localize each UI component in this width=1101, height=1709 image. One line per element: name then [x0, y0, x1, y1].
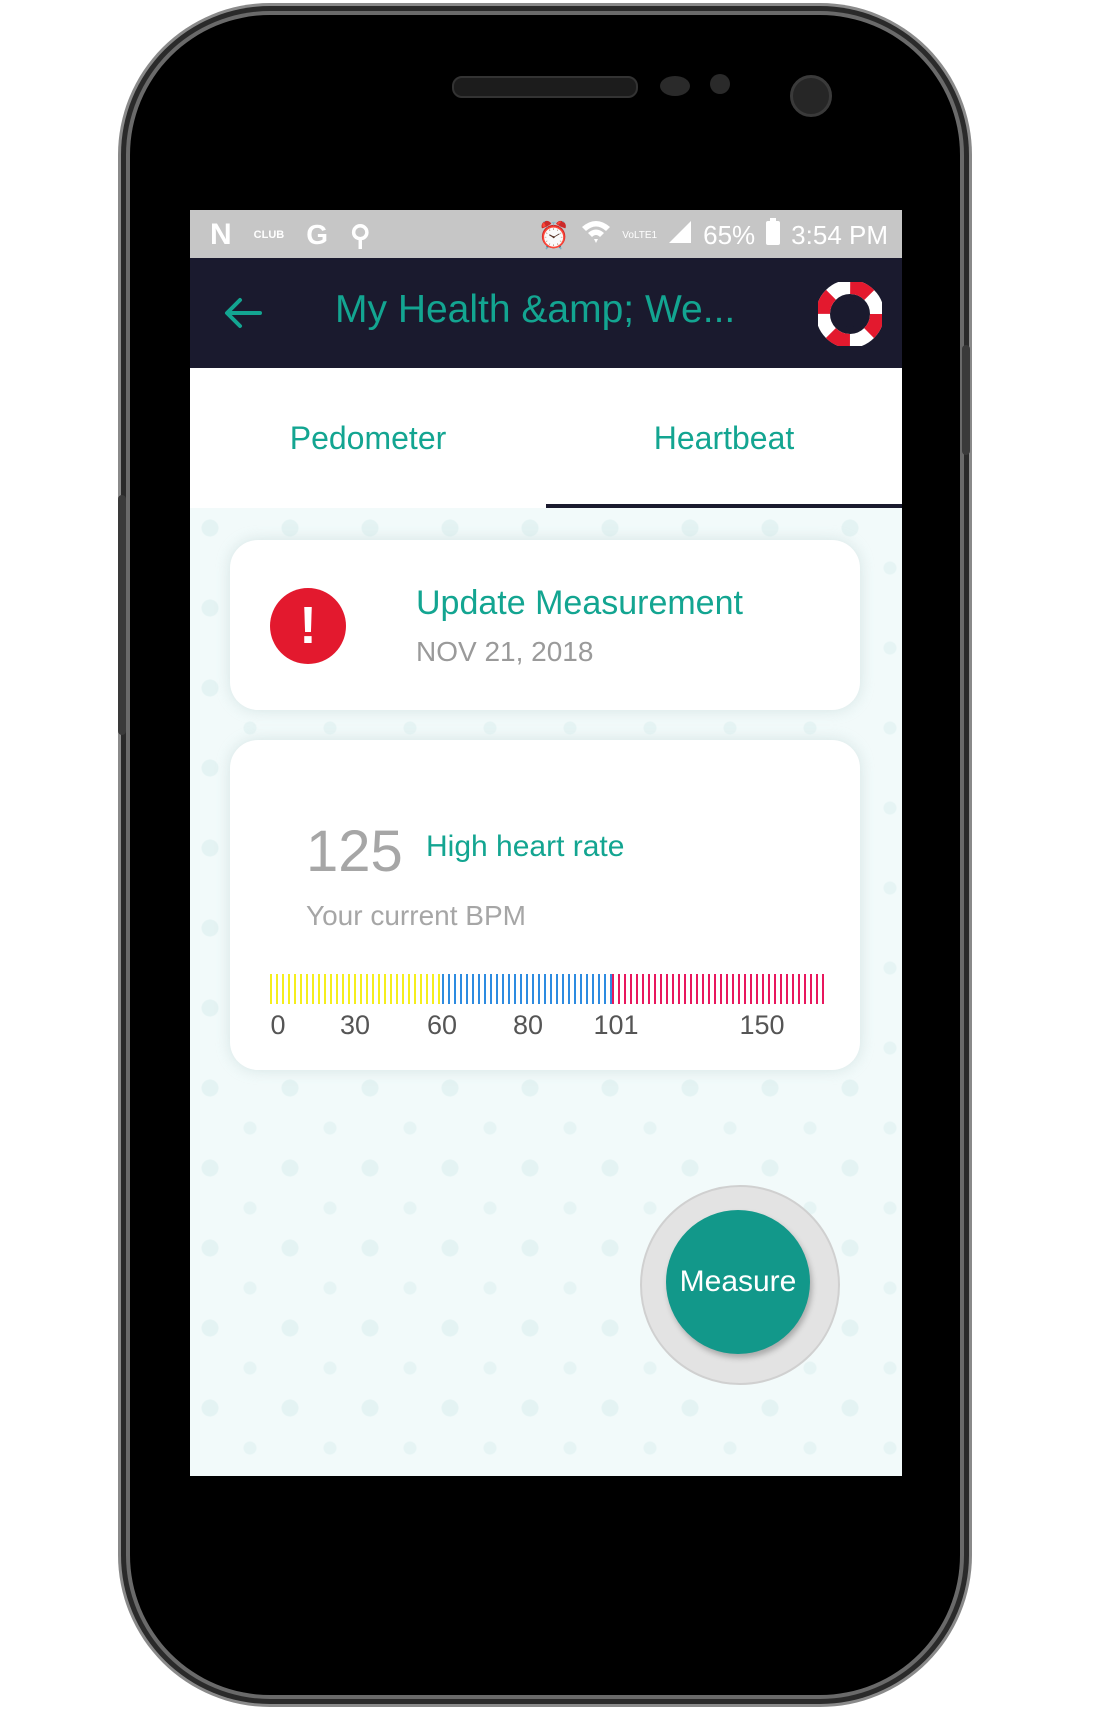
app-screen: N CLUB G ⚲ ⏰ VoLTE1 65% 3:54 PM My Healt…	[190, 210, 902, 1476]
scale-high-segment	[612, 974, 824, 1004]
heart-rate-card: 125 High heart rate Your current BPM 0 3…	[230, 740, 860, 1070]
scale-tick: 0	[270, 1010, 286, 1040]
page-title: My Health &amp; We...	[335, 288, 736, 331]
n-icon: N	[210, 218, 232, 251]
bpm-scale	[270, 974, 824, 1004]
tab-heartbeat[interactable]: Heartbeat	[546, 368, 902, 508]
update-measurement-card[interactable]: ! Update Measurement NOV 21, 2018	[230, 540, 860, 710]
signal-icon	[667, 219, 693, 252]
update-title: Update Measurement	[416, 584, 743, 622]
scale-tick: 150	[739, 1010, 785, 1040]
light-sensor	[710, 74, 730, 94]
scale-low-segment	[270, 974, 442, 1004]
scale-mid-segment	[442, 974, 612, 1004]
battery-text: 65%	[703, 220, 756, 250]
battery-icon	[765, 218, 781, 253]
exclamation-alert-icon: !	[270, 588, 346, 664]
volume-button	[118, 495, 126, 735]
measure-button[interactable]: Measure	[666, 1210, 810, 1354]
proximity-sensor	[660, 76, 690, 96]
lifebuoy-icon[interactable]	[816, 280, 884, 348]
alarm-icon: ⏰	[537, 220, 571, 250]
tab-bar: Pedometer Heartbeat	[190, 368, 902, 508]
g-icon: G	[306, 219, 329, 250]
app-bar: My Health &amp; We...	[190, 258, 902, 368]
bpm-label: Your current BPM	[306, 900, 526, 931]
scale-tick: 101	[593, 1010, 639, 1040]
scale-tick: 60	[426, 1010, 458, 1040]
scale-tick: 30	[339, 1010, 371, 1040]
heart-rate-status: High heart rate	[426, 830, 625, 863]
bpm-value: 125	[306, 819, 403, 884]
back-arrow-icon[interactable]	[220, 290, 266, 336]
club-icon: CLUB	[253, 229, 285, 241]
scale-tick: 80	[512, 1010, 544, 1040]
earpiece-speaker	[452, 76, 638, 98]
tab-pedometer[interactable]: Pedometer	[190, 368, 546, 508]
status-bar: N CLUB G ⚲ ⏰ VoLTE1 65% 3:54 PM	[190, 210, 902, 258]
clock-text: 3:54 PM	[791, 220, 888, 250]
power-button	[962, 345, 970, 455]
wifi-icon	[580, 219, 612, 252]
front-camera	[790, 75, 832, 117]
network-label: VoLTE1	[622, 230, 658, 241]
measurement-date: NOV 21, 2018	[416, 636, 594, 667]
usb-icon: ⚲	[350, 219, 371, 251]
